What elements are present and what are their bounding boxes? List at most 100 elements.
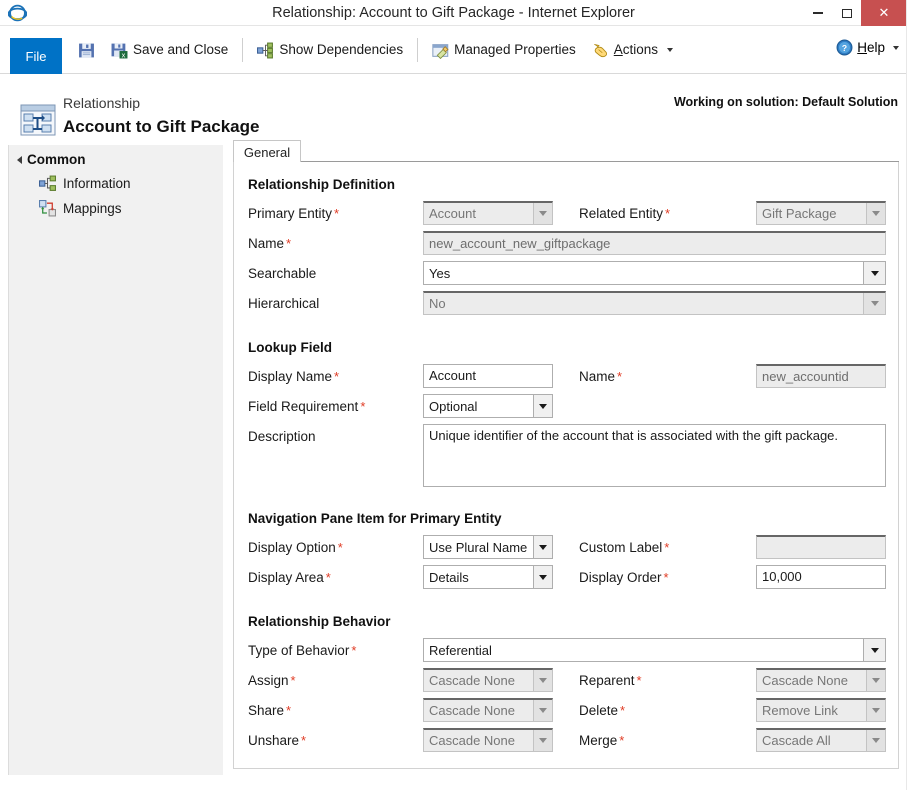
sidebar-item-information[interactable]: Information (9, 171, 223, 196)
dependencies-icon (257, 42, 274, 59)
merge-value: Cascade All (762, 733, 831, 748)
information-icon (39, 175, 56, 192)
related-entity-value: Gift Package (762, 206, 837, 221)
window-title-bar: Relationship: Account to Gift Package - … (0, 0, 907, 26)
reparent-select[interactable]: Cascade None (756, 668, 886, 692)
display-area-value: Details (429, 569, 469, 585)
tab-strip: General (233, 140, 899, 163)
page-kicker: Relationship (63, 95, 141, 111)
assign-select[interactable]: Cascade None (423, 668, 553, 692)
section-title-relationship-behavior: Relationship Behavior (248, 614, 391, 629)
svg-text:?: ? (842, 43, 847, 53)
help-accel: H (857, 40, 867, 55)
managed-properties-icon (432, 42, 449, 59)
mappings-icon (39, 200, 56, 217)
show-dependencies-button[interactable]: Show Dependencies (249, 33, 411, 67)
minimize-button[interactable] (803, 0, 832, 26)
primary-entity-value: Account (429, 206, 476, 221)
merge-select[interactable]: Cascade All (756, 728, 886, 752)
maximize-button[interactable] (832, 0, 861, 26)
label-lookup-name: Name * (579, 369, 623, 384)
reparent-value: Cascade None (762, 673, 848, 688)
show-dependencies-label: Show Dependencies (279, 42, 404, 58)
related-entity-select[interactable]: Gift Package (756, 201, 886, 225)
label-searchable: Searchable (248, 266, 317, 281)
chevron-down-icon (866, 700, 885, 721)
type-of-behavior-select[interactable]: Referential (423, 638, 886, 662)
solution-context-label: Working on solution: Default Solution (673, 95, 898, 109)
label-display-name: Display Name * (248, 369, 340, 384)
actions-menu-button[interactable]: Actions (584, 33, 681, 67)
sidebar-item-mappings[interactable]: Mappings (9, 196, 223, 221)
label-merge: Merge * (579, 733, 625, 748)
chevron-down-icon (866, 730, 885, 751)
save-and-close-label: Save and Close (133, 42, 229, 58)
display-order-input[interactable]: 10,000 (756, 565, 886, 589)
managed-properties-label: Managed Properties (454, 42, 576, 58)
chevron-down-icon (533, 670, 552, 691)
description-textarea[interactable]: Unique identifier of the account that is… (423, 424, 886, 487)
type-of-behavior-value: Referential (429, 642, 492, 658)
primary-entity-select[interactable]: Account (423, 201, 553, 225)
help-label: Help (857, 40, 885, 55)
actions-icon (592, 42, 609, 59)
label-hierarchical: Hierarchical (248, 296, 320, 311)
sidebar-item-label: Information (63, 176, 131, 191)
label-display-order: Display Order * (579, 570, 669, 585)
unshare-value: Cascade None (429, 733, 515, 748)
label-display-option: Display Option * (248, 540, 343, 555)
display-area-select[interactable]: Details (423, 565, 553, 589)
chevron-down-icon (533, 700, 552, 721)
sidebar-group-common[interactable]: Common (9, 145, 223, 171)
expand-collapse-icon (17, 155, 22, 164)
sidebar-item-label: Mappings (63, 201, 122, 216)
save-and-close-icon: x (111, 42, 128, 59)
help-menu-button[interactable]: ? Help (836, 39, 899, 56)
tab-general[interactable]: General (233, 140, 301, 163)
chevron-down-icon (863, 262, 885, 284)
lookup-name-input[interactable]: new_accountid (756, 364, 886, 388)
chevron-down-icon (863, 293, 885, 314)
searchable-select[interactable]: Yes (423, 261, 886, 285)
searchable-value: Yes (429, 265, 451, 281)
chevron-down-icon (533, 395, 552, 417)
field-requirement-value: Optional (429, 398, 478, 414)
label-delete: Delete * (579, 703, 626, 718)
toolbar-separator (417, 38, 419, 62)
label-related-entity: Related Entity * (579, 206, 671, 221)
delete-select[interactable]: Remove Link (756, 698, 886, 722)
window-title: Relationship: Account to Gift Package - … (272, 5, 635, 21)
share-value: Cascade None (429, 703, 515, 718)
hierarchical-select[interactable]: No (423, 291, 886, 315)
label-reparent: Reparent * (579, 673, 642, 688)
actions-rest: ctions (622, 42, 659, 58)
label-description: Description (248, 429, 316, 444)
save-button[interactable] (70, 33, 103, 67)
close-button[interactable]: ✕ (861, 0, 907, 26)
hierarchical-value: No (429, 296, 446, 311)
chevron-down-icon (866, 670, 885, 691)
save-and-close-button[interactable]: x Save and Close (103, 33, 236, 67)
label-unshare: Unshare * (248, 733, 307, 748)
window-controls: ✕ (803, 0, 907, 26)
section-title-lookup-field: Lookup Field (248, 340, 332, 355)
chevron-down-icon (667, 48, 674, 52)
share-select[interactable]: Cascade None (423, 698, 553, 722)
toolbar-separator (242, 38, 244, 62)
unshare-select[interactable]: Cascade None (423, 728, 553, 752)
custom-label-input[interactable] (756, 535, 886, 559)
chevron-down-icon (863, 639, 885, 661)
relationship-name-input[interactable]: new_account_new_giftpackage (423, 231, 886, 255)
display-option-value: Use Plural Name (429, 539, 528, 555)
display-name-input[interactable]: Account (423, 364, 553, 388)
chevron-down-icon (533, 566, 552, 588)
managed-properties-button[interactable]: Managed Properties (424, 33, 584, 67)
display-option-select[interactable]: Use Plural Name (423, 535, 553, 559)
file-tab-button[interactable]: File (10, 38, 62, 74)
svg-text:x: x (122, 50, 126, 59)
actions-label: Actions (614, 43, 658, 57)
field-requirement-select[interactable]: Optional (423, 394, 553, 418)
label-relationship-name: Name * (248, 236, 292, 251)
label-display-area: Display Area * (248, 570, 331, 585)
internet-explorer-icon (4, 0, 30, 26)
